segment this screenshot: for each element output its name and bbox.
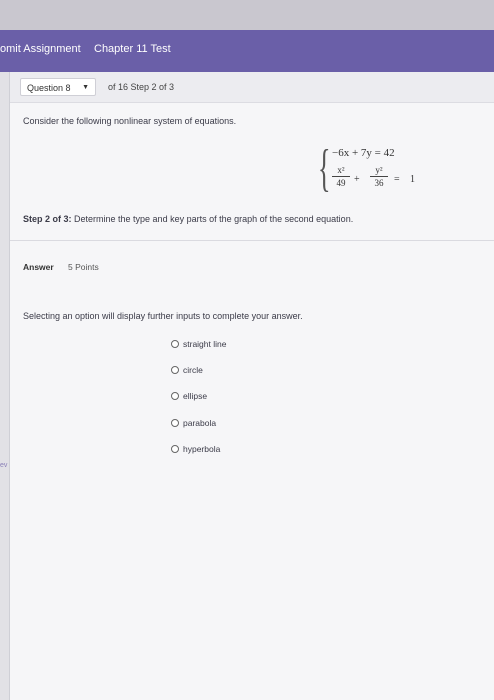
- assignment-label[interactable]: omit Assignment: [0, 43, 81, 55]
- radio-icon[interactable]: [171, 366, 179, 374]
- option-label: hyperbola: [183, 444, 221, 454]
- option-label: parabola: [183, 418, 217, 428]
- option-hyperbola[interactable]: hyperbola: [171, 444, 220, 454]
- plus-sign: +: [354, 174, 360, 185]
- fraction-y-denominator: 36: [374, 178, 384, 188]
- fraction-x-denominator: 49: [336, 178, 346, 188]
- question-select-value: Question 8: [27, 83, 71, 93]
- assignment-header: omit Assignment Chapter 11 Test: [0, 30, 494, 72]
- step-label: Step 2 of 3:: [23, 214, 72, 224]
- equation-1: −6x + 7y = 42: [332, 147, 395, 159]
- answer-instruction: Selecting an option will display further…: [23, 311, 303, 321]
- browser-top-strip: [0, 0, 494, 30]
- answer-label: Answer: [23, 262, 54, 272]
- left-brace-icon: {: [318, 140, 331, 197]
- section-divider: [10, 240, 494, 241]
- step-text: Determine the type and key parts of the …: [71, 214, 354, 224]
- question-progress: of 16 Step 2 of 3: [108, 82, 175, 92]
- fraction-y-numerator: y²: [370, 165, 388, 177]
- test-title: Chapter 11 Test: [94, 43, 171, 55]
- rail-fragment-text: ev: [0, 462, 8, 469]
- radio-icon[interactable]: [171, 445, 179, 453]
- option-circle[interactable]: circle: [171, 365, 203, 375]
- fraction-y: y² 36: [370, 165, 388, 188]
- equation-2-rhs: 1: [410, 174, 415, 185]
- fraction-x: x² 49: [332, 165, 350, 188]
- left-rail: ev: [0, 72, 10, 700]
- fraction-x-numerator: x²: [332, 165, 350, 177]
- equals-sign: =: [394, 174, 400, 185]
- equation-2: x² 49 + y² 36 = 1: [332, 165, 428, 199]
- option-straight-line[interactable]: straight line: [171, 339, 226, 349]
- question-nav-bar: Question 8 ▼ of 16 Step 2 of 3: [10, 72, 494, 103]
- chevron-down-icon: ▼: [82, 84, 89, 91]
- option-parabola[interactable]: parabola: [171, 418, 216, 428]
- problem-prompt: Consider the following nonlinear system …: [23, 116, 237, 126]
- option-label: circle: [183, 365, 203, 375]
- radio-icon[interactable]: [171, 419, 179, 427]
- option-ellipse[interactable]: ellipse: [171, 391, 207, 401]
- radio-icon[interactable]: [171, 340, 179, 348]
- points-label: 5 Points: [68, 262, 99, 272]
- option-label: straight line: [183, 339, 227, 349]
- radio-icon[interactable]: [171, 392, 179, 400]
- question-select[interactable]: Question 8 ▼: [20, 78, 96, 96]
- equation-system: { −6x + 7y = 42 x² 49 + y² 36 = 1: [318, 140, 428, 203]
- step-instruction: Step 2 of 3: Determine the type and key …: [23, 214, 353, 224]
- option-label: ellipse: [183, 391, 208, 401]
